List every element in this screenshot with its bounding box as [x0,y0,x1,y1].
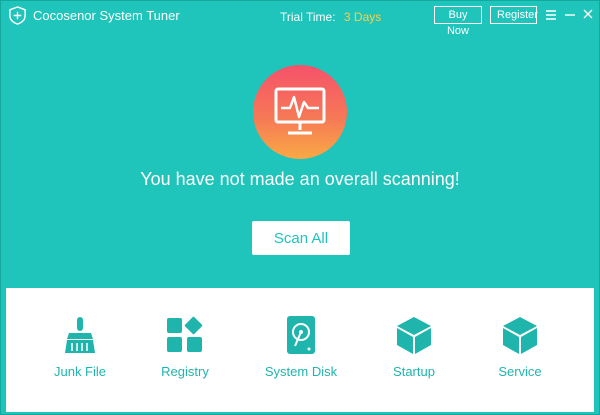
hard-disk-icon [287,316,315,354]
register-button[interactable]: Register [490,6,538,24]
app-title: Cocosenor System Tuner [33,8,180,23]
close-icon[interactable] [581,7,595,23]
scan-status-badge [253,65,347,159]
tool-label: Service [498,364,542,379]
buy-now-button[interactable]: Buy Now [434,6,482,37]
tool-service[interactable]: Service [465,315,575,379]
menu-icon[interactable] [544,7,558,23]
tool-label: Registry [161,364,209,379]
scan-status-message: You have not made an overall scanning! [140,169,460,189]
tools-panel: Junk File Registry System Disk Startup S… [6,288,594,412]
cube-icon [503,317,537,354]
cube-icon [397,317,431,354]
minimize-icon[interactable] [563,7,577,23]
tool-label: Junk File [53,364,107,379]
app-window: Cocosenor System Tuner Trial Time: 3 Day… [0,0,600,415]
tool-junk-file[interactable]: Junk File [25,315,135,379]
monitor-pulse-icon [274,87,326,135]
registry-grid-icon [167,316,203,352]
trial-days: 3 Days [343,10,382,24]
tool-registry[interactable]: Registry [130,315,240,379]
title-bar: Cocosenor System Tuner Trial Time: 3 Day… [1,1,599,37]
trial-label: Trial Time: [280,10,336,24]
tool-system-disk[interactable]: System Disk [246,315,356,379]
tool-label: Startup [393,364,435,379]
broom-icon [65,317,95,353]
trial-time: Trial Time: 3 Days [280,10,381,24]
tool-startup[interactable]: Startup [359,315,469,379]
app-logo-icon [9,6,26,25]
tool-label: System Disk [264,364,338,379]
scan-all-button[interactable]: Scan All [252,221,350,255]
